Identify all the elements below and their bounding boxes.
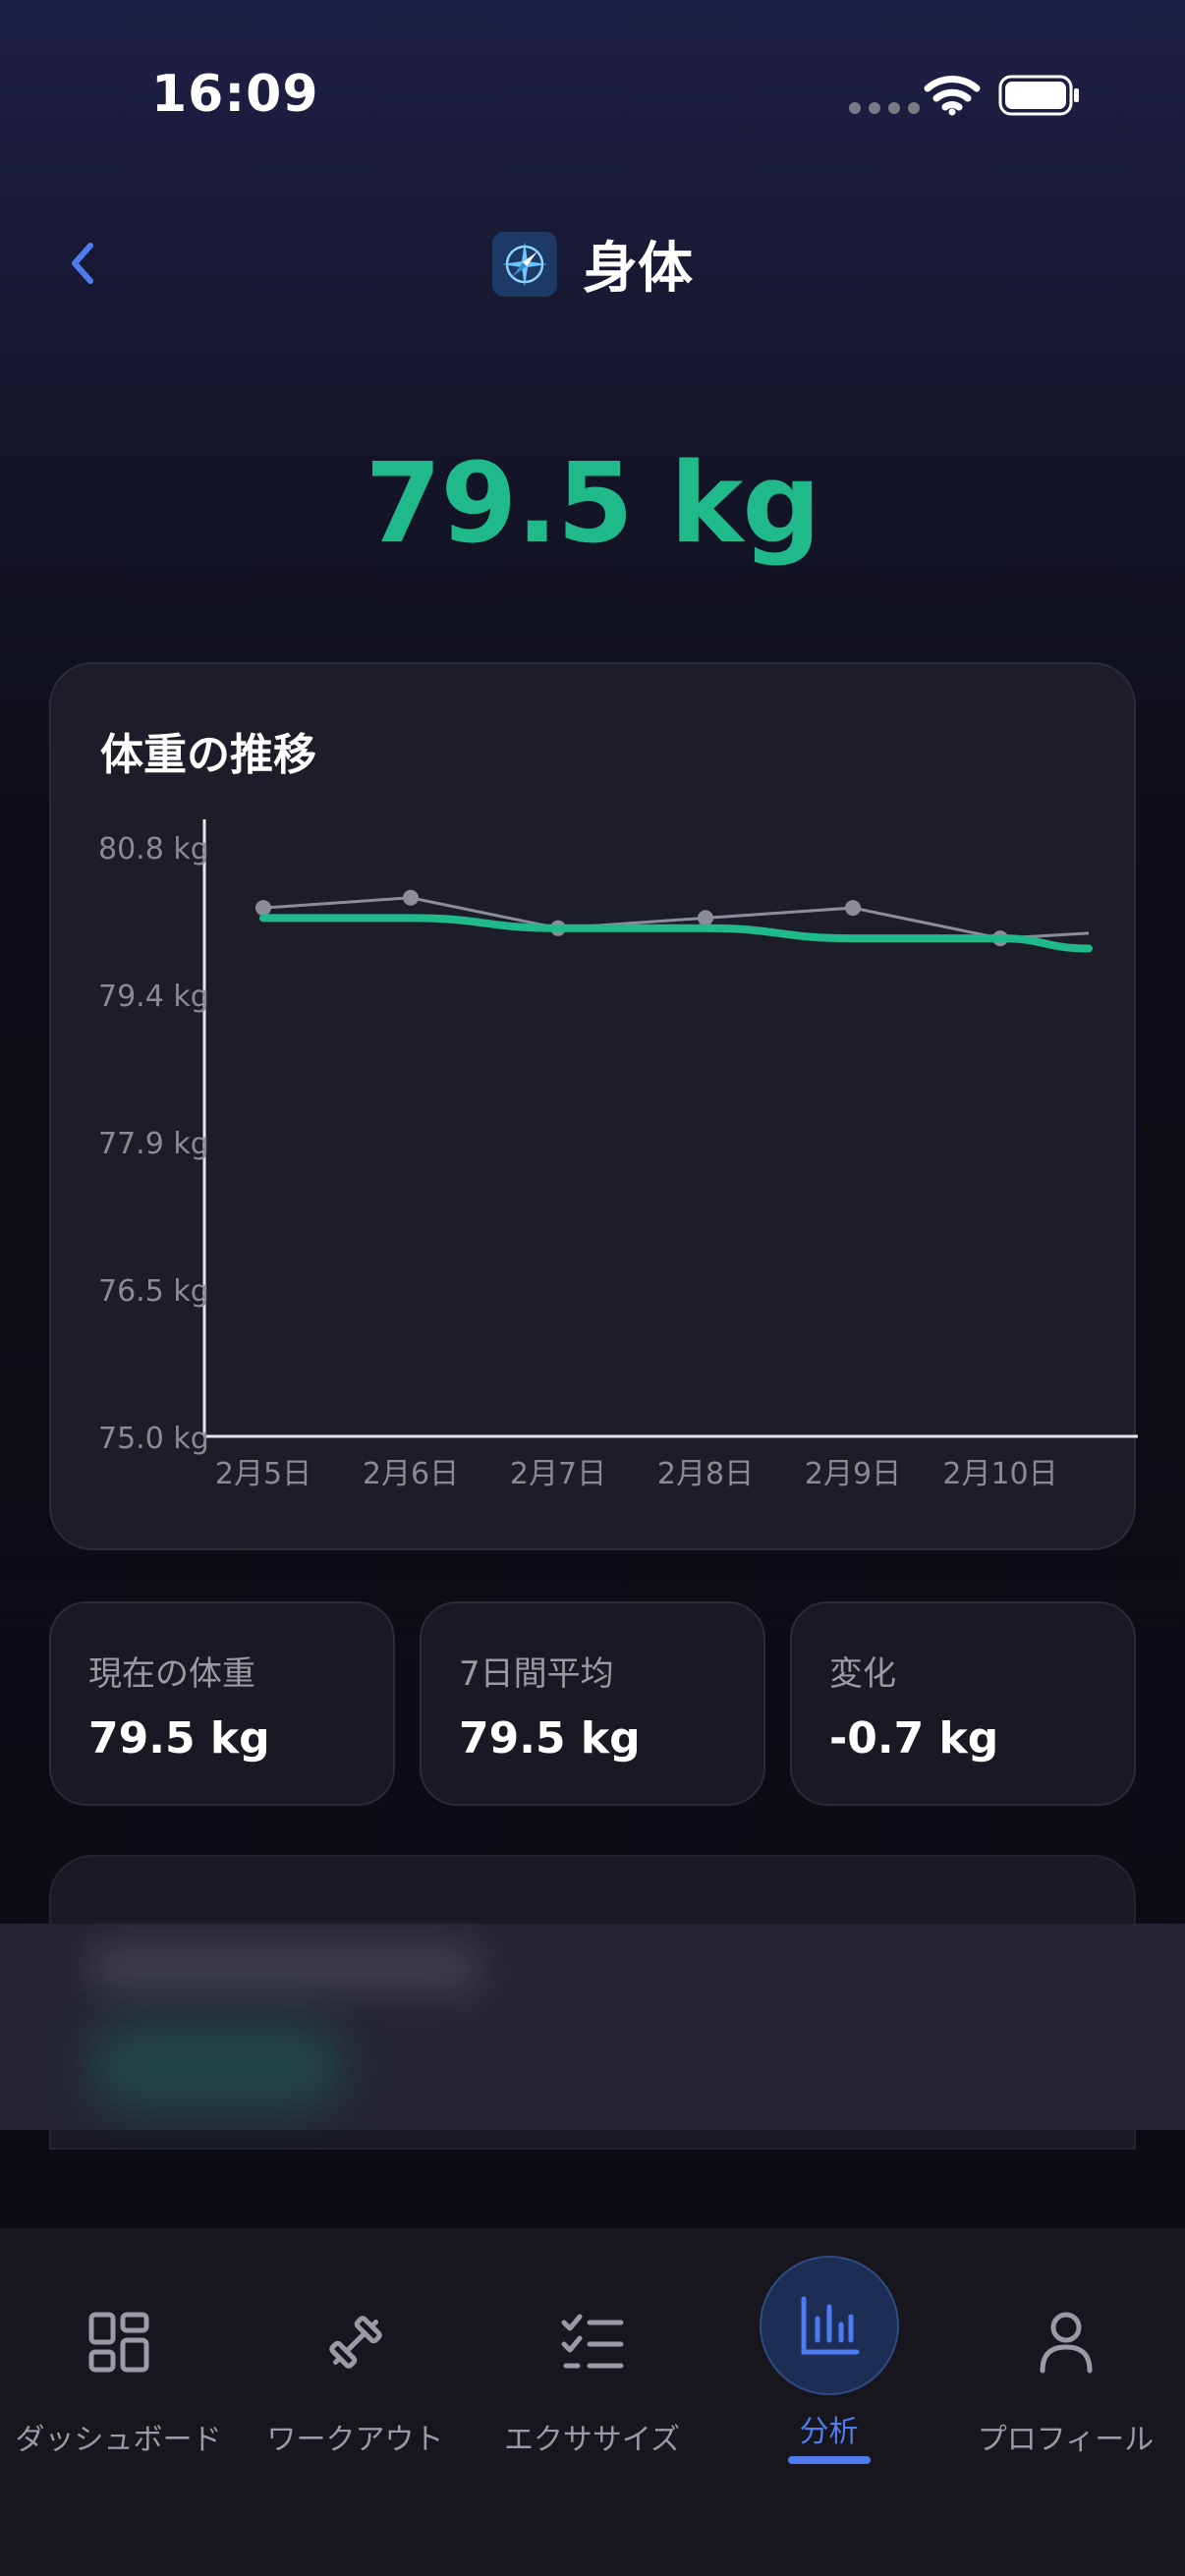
tab-profile[interactable]: プロフィール (947, 2228, 1184, 2484)
stat-card-current-weight: 現在の体重 79.5 kg (49, 1601, 395, 1806)
dumbbell-icon (316, 2303, 395, 2381)
stat-value: 79.5 kg (88, 1713, 270, 1764)
series-line-trend (259, 914, 1093, 953)
tab-active-indicator (787, 2456, 871, 2464)
x-tick-label: 2月6日 (363, 1457, 459, 1491)
y-tick-label: 79.4 kg (98, 980, 209, 1014)
blurred-overlay (0, 1924, 1185, 2130)
x-tick-label: 2月9日 (805, 1457, 901, 1491)
compass-icon (492, 231, 557, 297)
battery-icon (998, 75, 1079, 116)
dashboard-icon (80, 2303, 158, 2381)
checklist-icon (553, 2303, 632, 2381)
data-point-raw (403, 889, 419, 906)
wifi-icon (924, 76, 981, 116)
tab-label: プロフィール (977, 2423, 1155, 2457)
tab-dashboard[interactable]: ダッシュボード (0, 2228, 237, 2484)
stat-value: -0.7 kg (829, 1713, 999, 1764)
data-point-raw (845, 900, 861, 917)
status-time: 16:09 (151, 65, 319, 124)
tab-label: ワークアウト (266, 2423, 444, 2457)
tab-label: 分析 (799, 2415, 859, 2449)
tab-label: エクササイズ (503, 2423, 681, 2457)
stat-card-change: 変化 -0.7 kg (790, 1601, 1136, 1806)
stat-value: 79.5 kg (459, 1713, 641, 1764)
y-tick-label: 75.0 kg (98, 1422, 209, 1456)
y-tick-label: 77.9 kg (98, 1127, 209, 1161)
nav-title-group: 身体 (0, 224, 1185, 304)
tab-analytics[interactable]: 分析 (710, 2228, 947, 2484)
page-title: 身体 (583, 237, 693, 301)
tab-workout[interactable]: ワークアウト (237, 2228, 474, 2484)
tab-label: ダッシュボード (15, 2423, 222, 2457)
x-tick-label: 2月5日 (215, 1457, 311, 1491)
bar-chart-icon (790, 2287, 869, 2366)
data-point-raw (698, 910, 713, 926)
y-tick-label: 76.5 kg (98, 1274, 209, 1309)
person-icon (1027, 2303, 1105, 2381)
stat-label: 現在の体重 (88, 1654, 255, 1694)
stat-card-7day-average: 7日間平均 79.5 kg (420, 1601, 765, 1806)
stat-label: 7日間平均 (459, 1654, 614, 1694)
current-weight-display: 79.5 kg (365, 440, 821, 568)
tab-exercises[interactable]: エクササイズ (474, 2228, 710, 2484)
tab-bar: ダッシュボード ワークアウト エクササイズ 分析 プロフィール (0, 2228, 1185, 2576)
y-tick-label: 80.8 kg (98, 832, 209, 867)
data-point-raw (255, 900, 271, 917)
x-tick-label: 2月7日 (510, 1457, 606, 1491)
stat-label: 変化 (829, 1654, 896, 1694)
x-tick-label: 2月8日 (657, 1457, 754, 1491)
weight-trend-chart: 80.8 kg 79.4 kg 77.9 kg 76.5 kg 75.0 kg2月5日 2… (98, 819, 1138, 1491)
x-tick-label: 2月10日 (942, 1457, 1057, 1491)
weight-trend-card: 体重の推移 80.8 kg 79.4 kg 77.9 kg 76.5 kg 75.0 k… (49, 662, 1138, 1550)
cellular-signal-icon (849, 102, 920, 114)
